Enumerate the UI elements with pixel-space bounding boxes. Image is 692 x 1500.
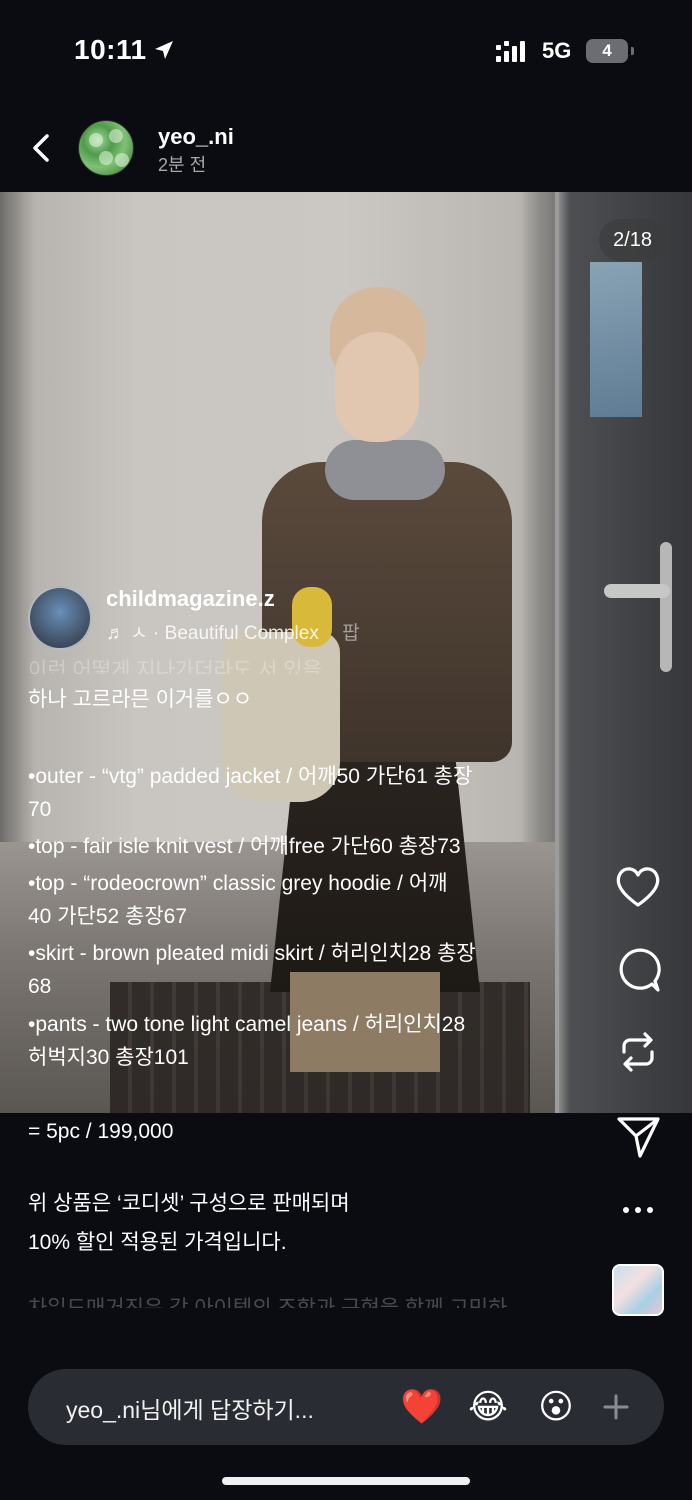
laugh-reaction-button[interactable]: 😂	[466, 1385, 510, 1429]
post-time: 2분 전	[158, 155, 207, 175]
status-time: 10:11	[74, 34, 147, 65]
caption-item: 70	[28, 798, 52, 821]
caption-item: •pants - two tone light camel jeans / 허리…	[28, 1013, 466, 1036]
signal-icon	[496, 41, 525, 62]
network-label: 5G	[542, 38, 572, 63]
home-indicator	[222, 1477, 470, 1485]
page-counter: 2/18	[599, 219, 666, 261]
more-icon[interactable]	[608, 1180, 668, 1240]
story-media[interactable]: 2/18 childmagazine.z ♬ ㅅ · Beautiful Com…	[0, 192, 692, 1113]
status-bar: 10:11 5G 4	[0, 0, 692, 100]
avatar[interactable]	[78, 120, 134, 176]
caption-intro: 하나 고르라믄 이거를ㅇㅇ	[28, 688, 253, 711]
story-header: yeo_.ni 2분 전	[0, 100, 692, 192]
plus-icon[interactable]	[598, 1389, 634, 1425]
caption-faded-line: 이런 어떻게 지나가더라도 서 있을	[28, 659, 322, 674]
caption-item: •outer - “vtg” padded jacket / 어깨50 가단61…	[28, 765, 473, 788]
surprised-reaction-button[interactable]: 😮	[534, 1385, 578, 1429]
hoodie	[325, 440, 445, 500]
send-icon[interactable]	[608, 1106, 668, 1166]
sticker-thumbnail[interactable]	[612, 1264, 664, 1316]
caption-note: 위 상품은 ‘코디셋’ 구성으로 판매되며	[28, 1192, 350, 1215]
caption-item: 68	[28, 975, 52, 998]
username[interactable]: yeo_.ni	[158, 124, 234, 150]
reply-bar: yeo_.ni님에게 답장하기... ❤️ 😂 😮	[28, 1369, 664, 1445]
caption-item: •top - “rodeocrown” classic grey hoodie …	[28, 872, 448, 895]
reel-owner-name[interactable]: childmagazine.z	[106, 586, 275, 612]
caption-item: 허벅지30 총장101	[28, 1046, 189, 1069]
music-title-tail: 팝	[342, 623, 360, 644]
caption-item: 40 가단52 총장67	[28, 905, 188, 928]
comment-icon[interactable]	[608, 940, 668, 1000]
caption-item: •skirt - brown pleated midi skirt / 허리인치…	[28, 942, 476, 965]
back-chevron-icon[interactable]	[24, 130, 60, 166]
reply-input[interactable]: yeo_.ni님에게 답장하기...	[66, 1391, 314, 1425]
caption-note: 10% 할인 적용된 가격입니다.	[28, 1231, 287, 1254]
location-arrow-icon	[155, 41, 173, 59]
repost-icon[interactable]	[608, 1022, 668, 1082]
heart-reaction-button[interactable]: ❤️	[400, 1385, 444, 1429]
music-label[interactable]: ♬ ㅅ · Beautiful Complex 팝	[106, 618, 360, 645]
heart-icon[interactable]	[608, 857, 668, 917]
face	[335, 332, 419, 442]
battery-nub	[631, 47, 634, 55]
caption-total: = 5pc / 199,000	[28, 1120, 174, 1143]
music-title: ㅅ · Beautiful Complex	[130, 623, 319, 644]
caption-faded-line: 차일드매거진은 각 아이템의 조합과 구현을 함께 고민하	[28, 1292, 588, 1308]
caption-item: •top - fair isle knit vest / 어깨free 가단60…	[28, 835, 461, 858]
reel-owner-avatar[interactable]	[28, 586, 92, 650]
music-note-icon: ♬	[106, 623, 125, 644]
battery-indicator: 4	[586, 39, 628, 63]
